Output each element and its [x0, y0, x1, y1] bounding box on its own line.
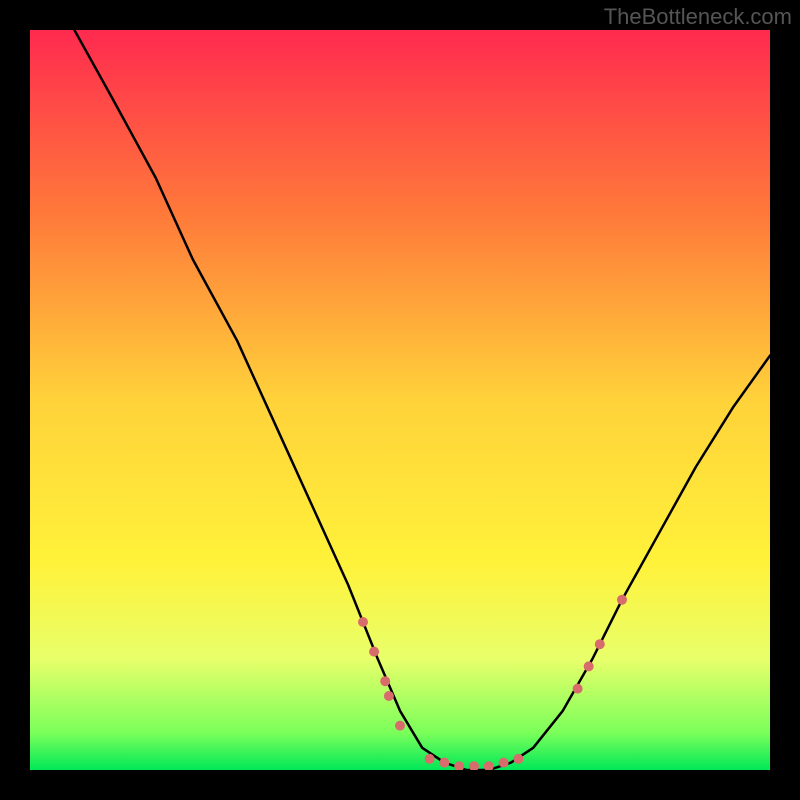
highlight-point — [384, 691, 394, 701]
highlight-point — [584, 661, 594, 671]
highlight-point — [617, 595, 627, 605]
watermark-text: TheBottleneck.com — [604, 4, 792, 30]
highlight-point — [395, 721, 405, 731]
highlight-point — [573, 684, 583, 694]
chart-container — [30, 30, 770, 770]
highlight-point — [358, 617, 368, 627]
chart-svg — [30, 30, 770, 770]
highlight-point — [513, 754, 523, 764]
gradient-background — [30, 30, 770, 770]
highlight-point — [369, 647, 379, 657]
highlight-point — [439, 758, 449, 768]
highlight-point — [425, 754, 435, 764]
highlight-point — [595, 639, 605, 649]
highlight-point — [499, 758, 509, 768]
highlight-point — [380, 676, 390, 686]
